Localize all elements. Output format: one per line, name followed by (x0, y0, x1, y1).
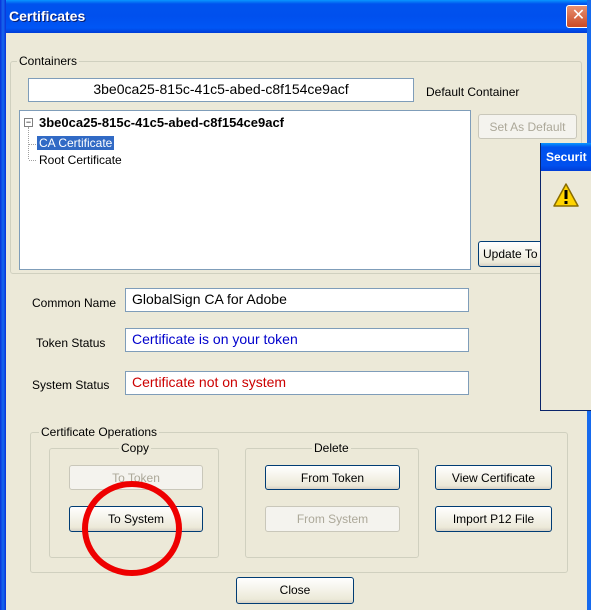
security-warning-dialog[interactable]: Securit (540, 143, 591, 411)
tree-connector-line (28, 127, 29, 159)
token-status-field[interactable]: Certificate is on your token (125, 328, 469, 352)
tree-item-ca-certificate[interactable]: CA Certificate (37, 136, 115, 150)
annotation-highlight-circle (82, 481, 182, 576)
container-tree[interactable]: − 3be0ca25-815c-41c5-abed-c8f154ce9acf C… (19, 110, 471, 270)
certificates-window: Certificates ✕ Containers 3be0ca25-815c-… (0, 0, 591, 610)
close-button[interactable]: Close (236, 577, 354, 604)
delete-legend: Delete (312, 441, 351, 455)
window-title: Certificates (9, 8, 86, 24)
delete-from-token-button[interactable]: From Token (265, 465, 400, 490)
selected-container-field[interactable]: 3be0ca25-815c-41c5-abed-c8f154ce9acf (28, 78, 414, 102)
warning-icon (553, 183, 579, 207)
tree-connector-line (29, 144, 36, 145)
copy-legend: Copy (119, 441, 152, 455)
system-status-label: System Status (32, 378, 110, 392)
token-status-label: Token Status (36, 336, 106, 350)
common-name-field[interactable]: GlobalSign CA for Adobe (125, 288, 469, 312)
update-token-button[interactable]: Update To (478, 241, 548, 267)
security-dialog-title[interactable]: Securit (541, 143, 591, 171)
default-container-label: Default Container (426, 85, 520, 99)
set-as-default-button[interactable]: Set As Default (478, 114, 577, 139)
system-status-field[interactable]: Certificate not on system (125, 371, 469, 395)
containers-legend: Containers (17, 54, 80, 68)
tree-connector-line (29, 160, 36, 161)
tree-root-container[interactable]: 3be0ca25-815c-41c5-abed-c8f154ce9acf (39, 115, 284, 130)
title-bar[interactable]: Certificates ✕ (0, 0, 591, 33)
import-p12-file-button[interactable]: Import P12 File (435, 506, 552, 532)
tree-expand-icon[interactable]: − (24, 118, 33, 127)
delete-from-system-button[interactable]: From System (265, 506, 400, 532)
certificate-operations-legend: Certificate Operations (39, 425, 160, 439)
view-certificate-button[interactable]: View Certificate (435, 465, 552, 490)
common-name-label: Common Name (32, 296, 117, 310)
tree-item-root-certificate[interactable]: Root Certificate (39, 153, 122, 167)
